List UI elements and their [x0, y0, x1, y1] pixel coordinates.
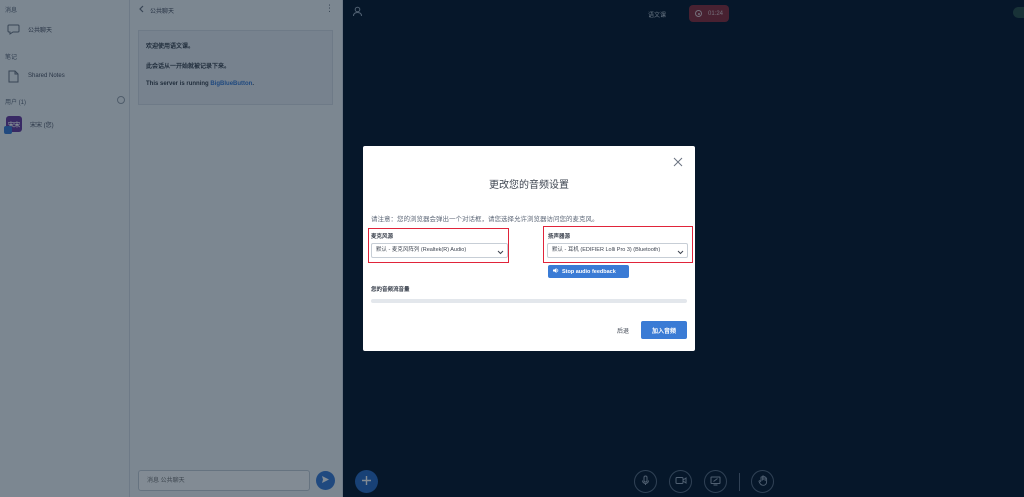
user-list-item[interactable]: 宋宋 宋宋 (您)	[4, 116, 54, 134]
chat-message-input[interactable]	[138, 470, 310, 491]
chevron-left-icon[interactable]	[138, 5, 144, 15]
sidebar-item-shared-notes[interactable]: Shared Notes	[6, 69, 65, 83]
users-section-title: 用户 (1)	[5, 100, 27, 106]
microphone-source-value: 默认 - 麦克风阵列 (Realtek(R) Audio)	[376, 247, 467, 253]
speaker-source-value: 默认 - 耳机 (EDIFIER Lolli Pro 3) (Bluetooth…	[552, 247, 661, 253]
record-icon	[695, 10, 702, 17]
back-button[interactable]: 后退	[617, 326, 629, 335]
join-audio-button[interactable]: 加入音频	[641, 321, 687, 339]
toolbar-divider	[739, 473, 740, 491]
server-text-end: .	[252, 81, 255, 87]
microphone-button[interactable]	[634, 470, 657, 493]
more-vertical-icon[interactable]: ⋮	[325, 3, 334, 14]
modal-title: 更改您的音频设置	[489, 180, 569, 191]
close-icon	[672, 157, 684, 170]
notes-section-title: 笔记	[5, 55, 18, 61]
hand-icon	[758, 475, 768, 488]
volume-label: 您的音频流音量	[371, 287, 410, 293]
bigbluebutton-link[interactable]: BigBlueButton	[210, 81, 252, 87]
sidebar-item-public-chat[interactable]: 公共聊天	[6, 22, 52, 36]
send-button[interactable]	[316, 471, 335, 490]
user-list-toggle[interactable]	[352, 6, 363, 19]
welcome-line-2: 此会话从一开始就被记录下来。	[146, 64, 231, 70]
chevron-down-icon	[677, 248, 684, 257]
actions-button[interactable]	[355, 470, 378, 493]
permission-note: 请注意：您的浏览器会弹出一个对话框，请您选择允许浏览器访问您的麦克风。	[371, 216, 599, 223]
avatar: 宋宋	[4, 116, 22, 134]
raise-hand-button[interactable]	[751, 470, 774, 493]
camera-button[interactable]	[669, 470, 692, 493]
chat-bubble-icon	[6, 22, 20, 36]
stop-audio-feedback-label: Stop audio feedback	[562, 268, 616, 275]
shared-notes-label: Shared Notes	[28, 73, 65, 79]
speaker-source-label: 扬声器源	[548, 234, 571, 240]
microphone-icon	[640, 475, 651, 488]
volume-meter	[371, 299, 687, 303]
user-list-sidebar: 消息 公共聊天 笔记 Shared Notes 用户 (1) 宋宋 宋宋 (您)	[0, 0, 130, 497]
screen-share-icon	[710, 476, 721, 488]
recording-indicator[interactable]: 01:24	[689, 5, 729, 22]
connection-status[interactable]	[1013, 7, 1024, 18]
camera-icon	[675, 476, 687, 487]
user-name: 宋宋 (您)	[30, 122, 54, 129]
server-text: This server is running	[146, 81, 211, 87]
meeting-title: 语文课	[648, 13, 667, 19]
gear-icon[interactable]	[117, 96, 125, 104]
welcome-line-1: 欢迎使用语文课。	[146, 44, 195, 50]
chat-title: 公共聊天	[150, 8, 175, 15]
screen-share-button[interactable]	[704, 470, 727, 493]
microphone-source-select[interactable]: 默认 - 麦克风阵列 (Realtek(R) Audio)	[371, 243, 508, 258]
chat-panel: 公共聊天 ⋮ 欢迎使用语文课。 此会话从一开始就被记录下来。 This serv…	[130, 0, 343, 497]
send-icon	[321, 475, 330, 486]
chevron-down-icon	[497, 248, 504, 257]
recording-time: 01:24	[708, 10, 724, 17]
stop-audio-feedback-button[interactable]: Stop audio feedback	[548, 265, 629, 278]
public-chat-label: 公共聊天	[28, 27, 53, 34]
welcome-line-3: This server is running BigBlueButton.	[146, 81, 325, 87]
chat-header[interactable]: 公共聊天	[138, 5, 174, 15]
messages-section-title: 消息	[5, 8, 18, 14]
plus-icon	[361, 475, 372, 488]
close-button[interactable]	[672, 156, 684, 168]
speaker-icon	[552, 267, 559, 276]
notes-icon	[6, 69, 20, 83]
chat-welcome-message: 欢迎使用语文课。 此会话从一开始就被记录下来。 This server is r…	[138, 30, 333, 105]
microphone-source-label: 麦克风源	[371, 234, 394, 240]
speaker-source-select[interactable]: 默认 - 耳机 (EDIFIER Lolli Pro 3) (Bluetooth…	[547, 243, 688, 258]
audio-settings-modal: 更改您的音频设置 请注意：您的浏览器会弹出一个对话框，请您选择允许浏览器访问您的…	[363, 146, 695, 351]
user-icon	[352, 6, 363, 19]
